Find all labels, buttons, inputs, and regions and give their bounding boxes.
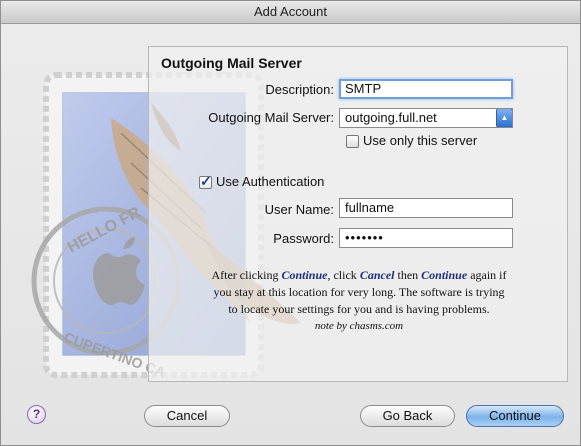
outgoing-server-label: Outgoing Mail Server: bbox=[208, 110, 334, 125]
description-label: Description: bbox=[265, 82, 334, 97]
question-mark-icon: ? bbox=[32, 407, 41, 421]
popup-arrows-icon: ▲▼ bbox=[496, 109, 512, 127]
outgoing-server-value: outgoing.full.net bbox=[345, 110, 437, 125]
use-authentication-checkbox[interactable]: ✓ bbox=[199, 173, 212, 189]
checkmark-icon: ✓ bbox=[200, 173, 212, 189]
user-name-label: User Name: bbox=[264, 202, 334, 217]
password-field[interactable]: ••••••• bbox=[339, 228, 513, 248]
cancel-button[interactable]: Cancel bbox=[144, 405, 230, 427]
continue-button[interactable]: Continue bbox=[466, 405, 564, 427]
add-account-window: Add Account HELLO FR CUPERTINO CA Outgoi… bbox=[0, 0, 581, 446]
user-name-field[interactable]: fullname bbox=[339, 198, 513, 218]
section-heading: Outgoing Mail Server bbox=[161, 55, 302, 71]
outgoing-server-popup[interactable]: outgoing.full.net ▲▼ bbox=[339, 108, 513, 128]
help-button[interactable]: ? bbox=[27, 405, 46, 424]
note-line-1: After clicking Continue, click Cancel th… bbox=[211, 268, 507, 282]
password-label: Password: bbox=[273, 231, 334, 246]
go-back-button[interactable]: Go Back bbox=[360, 405, 455, 427]
use-authentication-label: Use Authentication bbox=[216, 174, 325, 189]
note-line-2: you stay at this location for very long.… bbox=[213, 285, 505, 299]
note-line-3: to locate your settings for you and is h… bbox=[228, 302, 490, 316]
settings-panel: Outgoing Mail Server Description: SMTP O… bbox=[148, 46, 568, 382]
note-signature: note by chasms.com bbox=[314, 320, 404, 332]
use-only-server-checkbox[interactable] bbox=[346, 135, 359, 148]
use-only-server-label: Use only this server bbox=[363, 133, 478, 148]
description-field[interactable]: SMTP bbox=[339, 79, 513, 99]
window-title: Add Account bbox=[1, 1, 580, 24]
help-note: After clicking Continue, click Cancel th… bbox=[179, 267, 539, 335]
